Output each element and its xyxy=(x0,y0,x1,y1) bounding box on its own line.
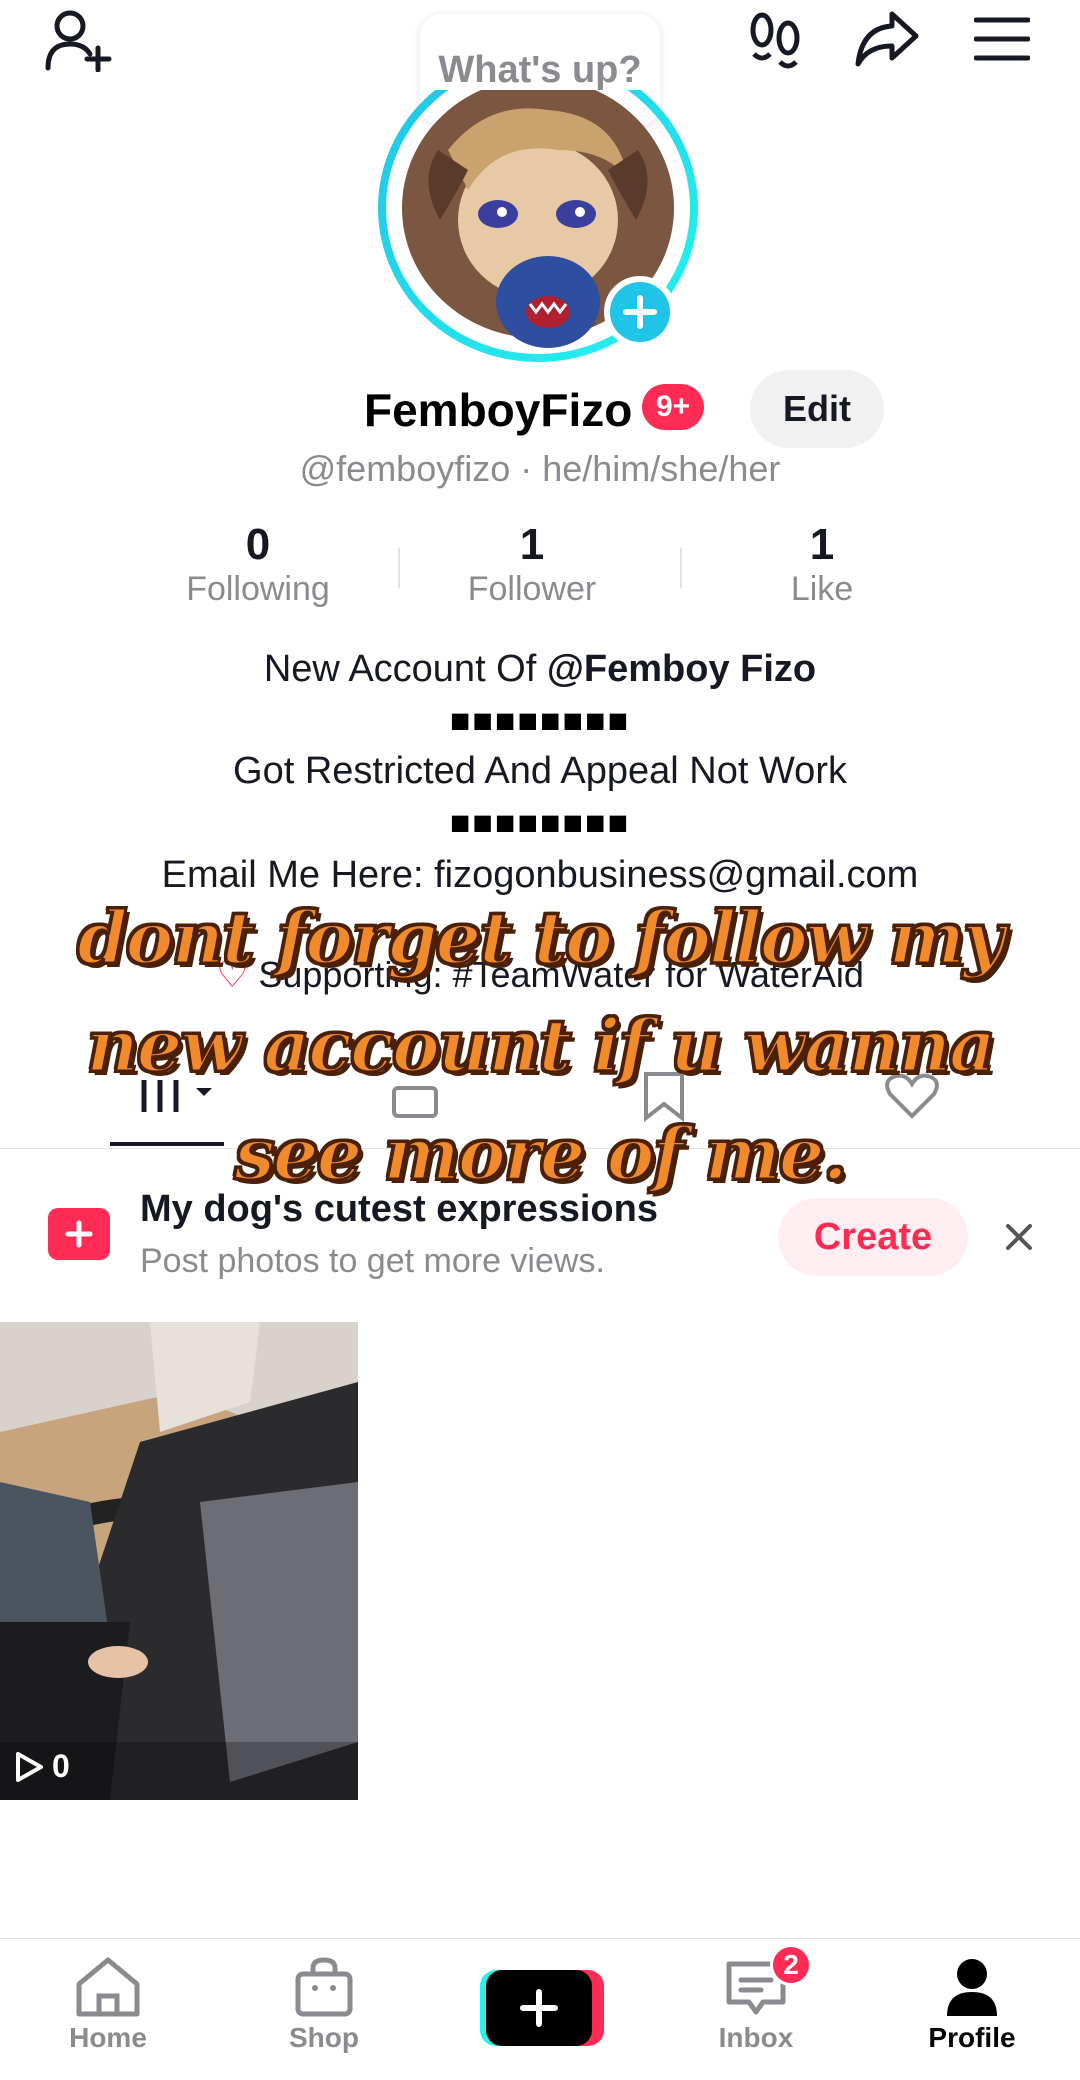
play-icon xyxy=(16,1751,43,1782)
video-view-count: 0 xyxy=(52,1748,70,1784)
handle-line: @femboyfizo · he/him/she/her xyxy=(0,448,1080,490)
profile-icon xyxy=(947,1959,997,2016)
bio-separator-2: ■■■■■■■■ xyxy=(449,804,631,842)
create-label: Create xyxy=(813,1215,933,1258)
overlay-caption: dont forget to follow my new account if … xyxy=(0,884,1080,1208)
video-thumbnail[interactable]: 0 xyxy=(0,1322,358,1800)
bio-line-1: New Account Of @Femboy Fizo xyxy=(0,648,1080,691)
status-bubble-text: What's up? xyxy=(438,48,642,91)
like-label: Like xyxy=(790,570,854,608)
inbox-badge: 2 xyxy=(770,1944,812,1986)
like-count: 1 xyxy=(809,520,835,569)
bio-separator-1: ■■■■■■■■ xyxy=(449,702,631,740)
follower-count: 1 xyxy=(519,520,545,569)
stat-divider xyxy=(398,548,400,588)
overlay-line-1: dont forget to follow my xyxy=(76,894,1007,982)
display-name: FemboyFizo xyxy=(364,384,633,436)
bio-mention[interactable]: @Femboy Fizo xyxy=(547,648,816,690)
bio-prefix: New Account Of xyxy=(263,648,547,690)
nav-shop-label: Shop xyxy=(289,2022,359,2053)
nav-profile[interactable]: Profile xyxy=(914,1956,1030,2054)
bottom-nav-divider xyxy=(0,1938,1080,1939)
nav-shop[interactable]: Shop xyxy=(266,1956,382,2054)
add-friend-icon[interactable] xyxy=(40,8,116,72)
nav-home[interactable]: Home xyxy=(50,1956,166,2054)
nav-home-label: Home xyxy=(69,2022,147,2053)
add-story-plus-icon[interactable] xyxy=(604,276,676,348)
shopping-bag-icon xyxy=(295,1957,353,2017)
edit-profile-button[interactable]: Edit xyxy=(750,370,884,448)
follower-label: Follower xyxy=(467,570,597,608)
overlay-line-3: see more of me. xyxy=(233,1110,849,1198)
close-icon[interactable] xyxy=(1002,1220,1036,1254)
stat-followers[interactable]: 1 Follower xyxy=(424,520,640,609)
home-icon xyxy=(76,1957,140,2017)
nav-inbox-label: Inbox xyxy=(718,2022,794,2053)
share-icon[interactable] xyxy=(854,10,920,68)
stat-divider xyxy=(680,548,682,588)
plus-icon xyxy=(520,1989,558,2027)
handle-text: @femboyfizo · he/him/she/her xyxy=(299,448,781,489)
video-views: 0 xyxy=(14,1748,70,1785)
create-post-button[interactable] xyxy=(480,1968,604,2048)
edit-label: Edit xyxy=(783,388,851,429)
inbox-badge-count: 2 xyxy=(783,1949,799,1980)
bio-line-2: Got Restricted And Appeal Not Work xyxy=(233,750,847,792)
following-label: Following xyxy=(186,570,330,608)
notification-badge[interactable]: 9+ xyxy=(642,384,705,430)
overlay-line-2: new account if u wanna xyxy=(85,1002,997,1090)
menu-icon[interactable] xyxy=(974,16,1030,62)
following-count: 0 xyxy=(245,520,271,569)
create-button[interactable]: Create xyxy=(778,1198,968,1276)
prompt-subtitle: Post photos to get more views. xyxy=(140,1242,605,1280)
nav-profile-label: Profile xyxy=(928,2022,1016,2053)
footprints-icon[interactable] xyxy=(748,10,804,72)
stat-likes[interactable]: 1 Like xyxy=(714,520,930,609)
notification-badge-text: 9+ xyxy=(656,390,691,423)
username: FemboyFizo xyxy=(364,380,632,440)
create-post-core xyxy=(486,1970,592,2046)
stat-following[interactable]: 0 Following xyxy=(150,520,366,609)
photo-plus-icon xyxy=(48,1208,110,1260)
